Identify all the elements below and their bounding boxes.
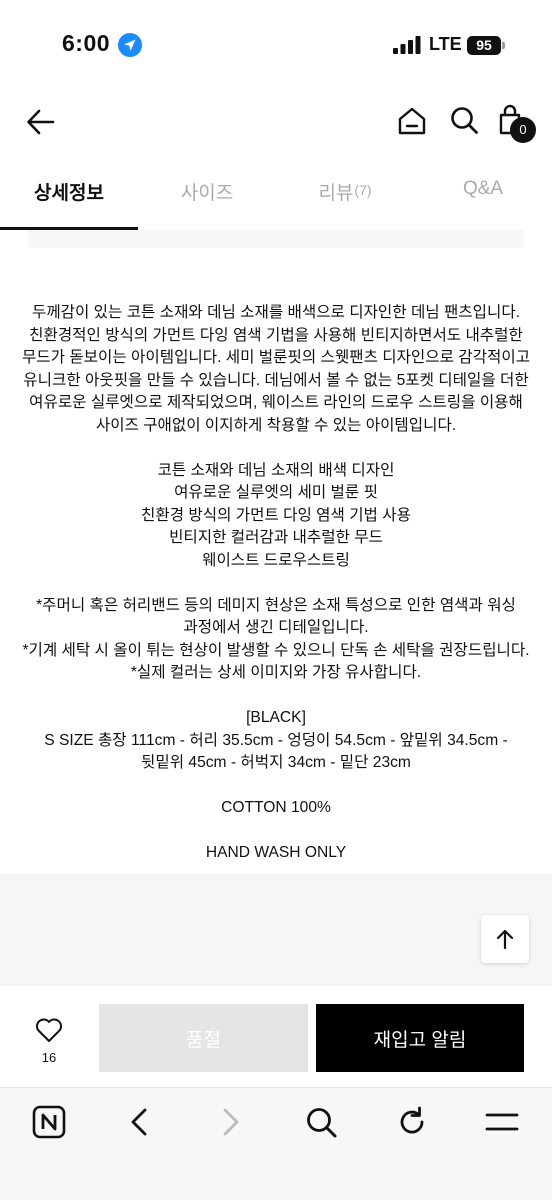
cart-count-badge: 0 [510, 117, 536, 143]
description-line: 사이즈 구애없이 이지하게 착용할 수 있는 아이템입니다. [95, 416, 457, 434]
product-tabs: 상세정보 사이즈 리뷰 (7) Q&A [0, 168, 552, 230]
back-arrow-icon[interactable] [24, 105, 58, 139]
tab-label: Q&A [462, 178, 504, 199]
naver-n-icon [32, 1105, 66, 1139]
network-type: LTE [429, 34, 462, 54]
arrow-up-icon [496, 929, 514, 950]
scroll-to-top-button[interactable] [481, 915, 529, 963]
care-line: HAND WASH ONLY [205, 844, 347, 861]
browser-forward-button[interactable] [212, 1104, 248, 1140]
restock-alert-button[interactable]: 재입고 알림 [316, 1004, 524, 1072]
tab-detail[interactable]: 상세정보 [0, 168, 138, 230]
hamburger-menu-icon [485, 1113, 519, 1131]
like-button[interactable]: 16 [28, 1017, 70, 1069]
location-arrow-icon [118, 33, 142, 57]
battery-level: 95 [467, 36, 501, 55]
cart-button[interactable]: 0 [496, 103, 540, 147]
product-description: 두께감이 있는 코튼 소재와 데님 소재를 배색으로 디자인한 데님 팬츠입니다… [0, 302, 552, 865]
search-icon[interactable] [448, 104, 480, 136]
reload-button[interactable] [394, 1104, 430, 1140]
tab-label: 사이즈 [180, 183, 234, 204]
feature-line: 친환경 방식의 가먼트 다잉 염색 기법 사용 [141, 506, 411, 524]
menu-button[interactable] [484, 1104, 520, 1140]
description-line: 친환경적인 방식의 가먼트 다잉 염색 기법을 사용해 빈티지하면서도 내추럴한 [29, 326, 523, 344]
feature-line: 여유로운 실루엣의 세미 벌룬 핏 [174, 484, 378, 501]
material-line: COTTON 100% [221, 799, 331, 816]
size-line: S SIZE 총장 111cm - 허리 35.5cm - 엉덩이 54.5cm… [44, 731, 508, 749]
battery-tip [502, 42, 505, 49]
chevron-right-icon [223, 1108, 239, 1136]
size-line: [BLACK] [246, 709, 306, 726]
note-line: 과정에서 생긴 디테일입니다. [183, 619, 369, 636]
browser-search-button[interactable] [303, 1104, 339, 1140]
description-line: 무드가 돋보이는 아이템입니다. 세미 벌룬핏의 스웻팬츠 디자인으로 감각적이… [21, 349, 531, 366]
note-line: *주머니 혹은 허리밴드 등의 데미지 현상은 소재 특성으로 인한 염색과 워… [36, 596, 516, 614]
like-count: 16 [41, 1050, 57, 1065]
feature-line: 코튼 소재와 데님 소재의 배색 디자인 [157, 461, 395, 479]
note-line: *기계 세탁 시 올이 튀는 현상이 발생할 수 있으니 단독 손 세탁을 권장… [22, 641, 530, 659]
search-icon [307, 1108, 337, 1138]
description-line: 두께감이 있는 코튼 소재와 데님 소재를 배색으로 디자인한 데님 팬츠입니다… [31, 304, 521, 321]
purchase-action-bar: 16 품절 재입고 알림 [0, 987, 552, 1087]
tab-label: 상세정보 [34, 183, 104, 204]
browser-back-button[interactable] [122, 1104, 158, 1140]
tab-size[interactable]: 사이즈 [138, 168, 276, 230]
browser-toolbar [0, 1087, 552, 1200]
reload-icon [400, 1106, 424, 1134]
feature-line: 웨이스트 드로우스트링 [202, 551, 350, 569]
tab-review[interactable]: 리뷰 (7) [276, 168, 414, 230]
note-line: *실제 컬러는 상세 이미지와 가장 유사합니다. [130, 664, 422, 681]
cellular-signal-icon [393, 36, 421, 54]
size-line: 뒷밑위 45cm - 허벅지 34cm - 밑단 23cm [141, 754, 411, 771]
heart-icon [36, 1018, 62, 1042]
naver-home-button[interactable] [31, 1104, 67, 1140]
chevron-left-icon [131, 1108, 147, 1136]
feature-line: 빈티지한 컬러감과 내추럴한 무드 [169, 529, 383, 546]
top-nav: 0 [0, 95, 552, 150]
content-divider [28, 230, 524, 248]
review-count: (7) [354, 182, 372, 198]
tab-qna[interactable]: Q&A [414, 168, 552, 230]
status-bar: 6:00 LTE 95 [0, 0, 552, 90]
status-time: 6:00 [62, 30, 111, 56]
home-icon[interactable] [396, 105, 428, 137]
tab-label: 리뷰 [318, 183, 354, 204]
description-line: 유니크한 아웃핏을 만들 수 있습니다. 데님에서 볼 수 없는 5포켓 디테일… [23, 371, 529, 389]
battery-icon: 95 [467, 36, 505, 55]
image-placeholder-area [0, 874, 552, 986]
soldout-button[interactable]: 품절 [99, 1004, 308, 1072]
description-line: 여유로운 실루엣으로 제작되었으며, 웨이스트 라인의 드로우 스트링을 이용해 [29, 394, 523, 411]
